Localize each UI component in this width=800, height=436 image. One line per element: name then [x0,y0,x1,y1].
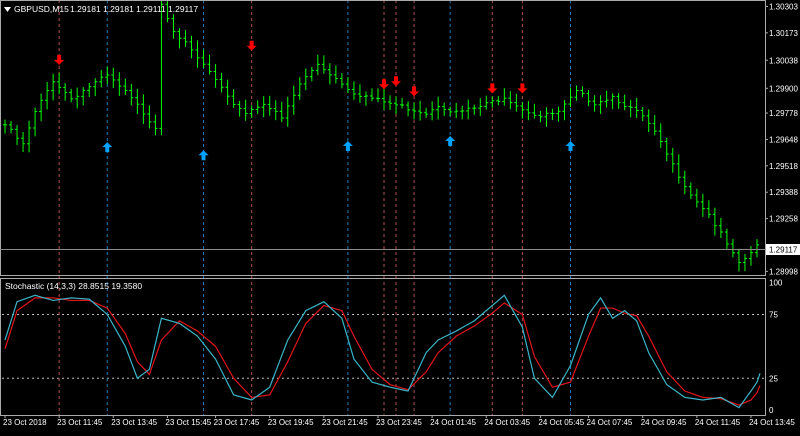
indicator-title: Stochastic (14,3,3) 28.8515 19.3580 [5,281,142,291]
time-label: 23 Oct 17:45 [214,418,260,427]
price-label: 1.29648 [769,135,798,144]
time-label: 24 Oct 05:45 [538,418,584,427]
time-label: 24 Oct 03:45 [484,418,530,427]
time-label: 23 Oct 15:45 [165,418,211,427]
symbol-timeframe: GBPUSD,M15 [14,4,69,14]
indicator-level-label: 75 [769,310,778,319]
time-label: 24 Oct 09:45 [641,418,687,427]
indicator-level-label: 25 [769,374,778,383]
price-label: 1.29518 [769,162,798,171]
chart-canvas[interactable]: GBPUSD,M15 1.29181 1.29181 1.29111 1.291… [0,0,800,431]
time-label: 23 Oct 21:45 [322,418,368,427]
ohlc-readout: 1.29181 1.29181 1.29111 1.29117 [70,4,198,14]
price-label: 1.29900 [769,84,798,93]
price-label: 1.29388 [769,188,798,197]
time-label: 23 Oct 13:45 [111,418,157,427]
time-label: 23 Oct 2018 [3,418,47,427]
time-label: 23 Oct 11:45 [57,418,103,427]
indicator-level-label: 100 [769,279,783,288]
price-label: 1.30303 [769,2,798,11]
time-label: 23 Oct 19:45 [268,418,314,427]
trading-chart[interactable]: GBPUSD,M15 1.29181 1.29181 1.29111 1.291… [0,0,800,431]
time-label: 23 Oct 23:45 [376,418,422,427]
price-label: 1.30173 [769,29,798,38]
price-label: 1.28998 [769,267,798,276]
time-label: 24 Oct 07:45 [587,418,633,427]
chart-background [0,0,800,431]
current-price-label: 1.29117 [769,246,798,255]
indicator-level-label: 0 [769,406,774,415]
time-label: 24 Oct 01:45 [430,418,476,427]
price-label: 1.30038 [769,56,798,65]
price-label: 1.29258 [769,215,798,224]
price-label: 1.29778 [769,109,798,118]
time-label: 24 Oct 11:45 [695,418,741,427]
time-label: 24 Oct 13:45 [749,418,795,427]
